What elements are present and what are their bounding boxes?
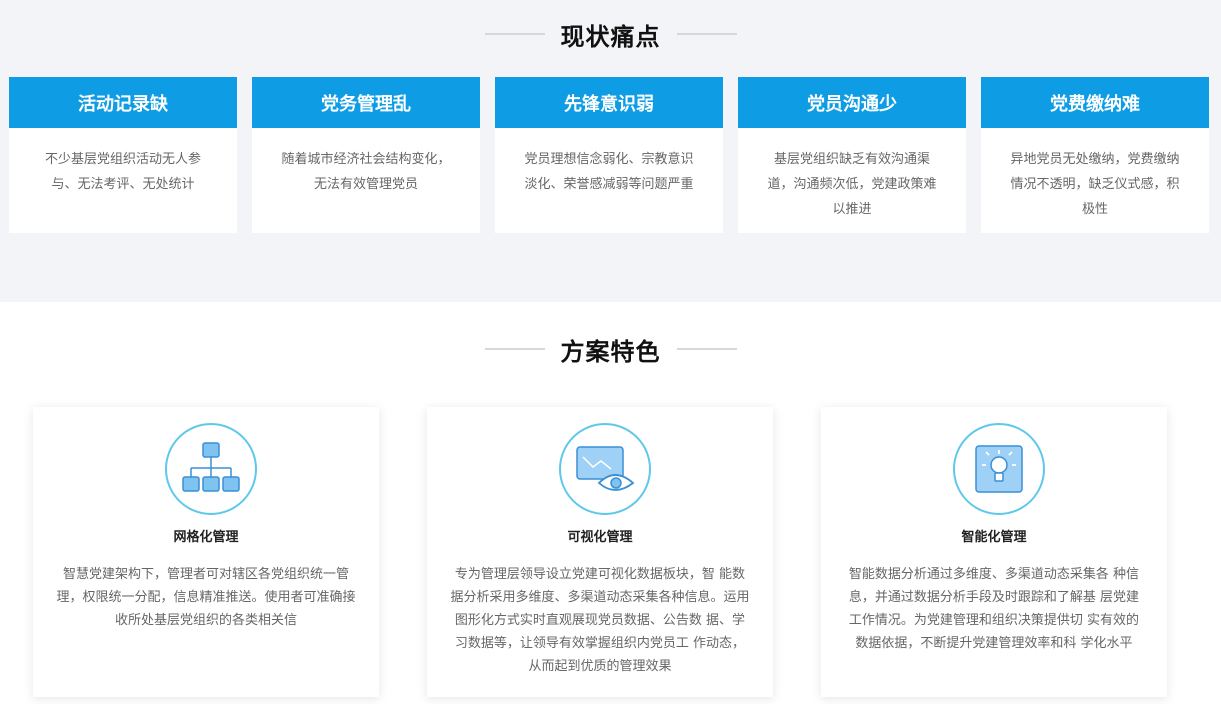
pain-points-section: 现状痛点 活动记录缺 不少基层党组织活动无人参与、无法考评、无处统计 党务管理乱…	[0, 0, 1221, 302]
pain-card: 先锋意识弱 党员理想信念弱化、宗教意识淡化、荣誉感减弱等问题严重	[495, 77, 723, 233]
feature-card-desc: 智慧党建架构下，管理者可对辖区各党组织统一管理，权限统一分配，信息精准推送。使用…	[56, 567, 356, 628]
title-divider-right	[676, 348, 737, 350]
feature-card: 智能化管理 智能数据分析通过多维度、多渠道动态采集各 种信息，并通过数据分析手段…	[821, 407, 1167, 697]
feature-card-title: 网格化管理	[173, 530, 239, 545]
title-divider-right	[676, 33, 737, 35]
network-hierarchy-icon	[165, 423, 257, 515]
pain-card-desc: 随着城市经济社会结构变化，无法有效管理党员	[281, 152, 451, 192]
pain-card: 党务管理乱 随着城市经济社会结构变化，无法有效管理党员	[252, 77, 480, 233]
pain-section-title: 现状痛点	[560, 22, 661, 51]
lightbulb-icon	[953, 423, 1045, 515]
feature-card: 网格化管理 智慧党建架构下，管理者可对辖区各党组织统一管理，权限统一分配，信息精…	[33, 407, 379, 697]
pain-card-desc: 基层党组织缺乏有效沟通渠道，沟通频次低，党建政策难以推进	[767, 152, 937, 217]
feature-card-title: 可视化管理	[567, 530, 633, 545]
pain-card-title: 活动记录缺	[9, 77, 237, 128]
pain-card-title: 党费缴纳难	[981, 77, 1209, 128]
feature-card-title: 智能化管理	[961, 530, 1027, 545]
pain-card-title: 党务管理乱	[252, 77, 480, 128]
pain-section-header: 现状痛点	[0, 14, 1221, 54]
title-divider-left	[484, 33, 545, 35]
pain-card: 党员沟通少 基层党组织缺乏有效沟通渠道，沟通频次低，党建政策难以推进	[738, 77, 966, 233]
pain-card-title: 先锋意识弱	[495, 77, 723, 128]
pain-card-desc: 异地党员无处缴纳，党费缴纳情况不透明，缺乏仪式感，积极性	[1010, 152, 1180, 217]
pain-card: 党费缴纳难 异地党员无处缴纳，党费缴纳情况不透明，缺乏仪式感，积极性	[981, 77, 1209, 233]
pain-card-title: 党员沟通少	[738, 77, 966, 128]
pain-card: 活动记录缺 不少基层党组织活动无人参与、无法考评、无处统计	[9, 77, 237, 233]
title-divider-left	[484, 348, 545, 350]
feature-section-title: 方案特色	[560, 337, 661, 366]
pain-card-desc: 党员理想信念弱化、宗教意识淡化、荣誉感减弱等问题严重	[524, 152, 694, 192]
feature-section-header: 方案特色	[0, 329, 1221, 369]
monitor-eye-icon	[559, 423, 651, 515]
feature-card: 可视化管理 专为管理层领导设立党建可视化数据板块，智 能数据分析采用多维度、多渠…	[427, 407, 773, 697]
pain-card-desc: 不少基层党组织活动无人参与、无法考评、无处统计	[44, 152, 201, 192]
feature-card-desc: 专为管理层领导设立党建可视化数据板块，智 能数据分析采用多维度、多渠道动态采集各…	[450, 567, 750, 674]
feature-card-desc: 智能数据分析通过多维度、多渠道动态采集各 种信息，并通过数据分析手段及时跟踪和了…	[848, 567, 1140, 651]
